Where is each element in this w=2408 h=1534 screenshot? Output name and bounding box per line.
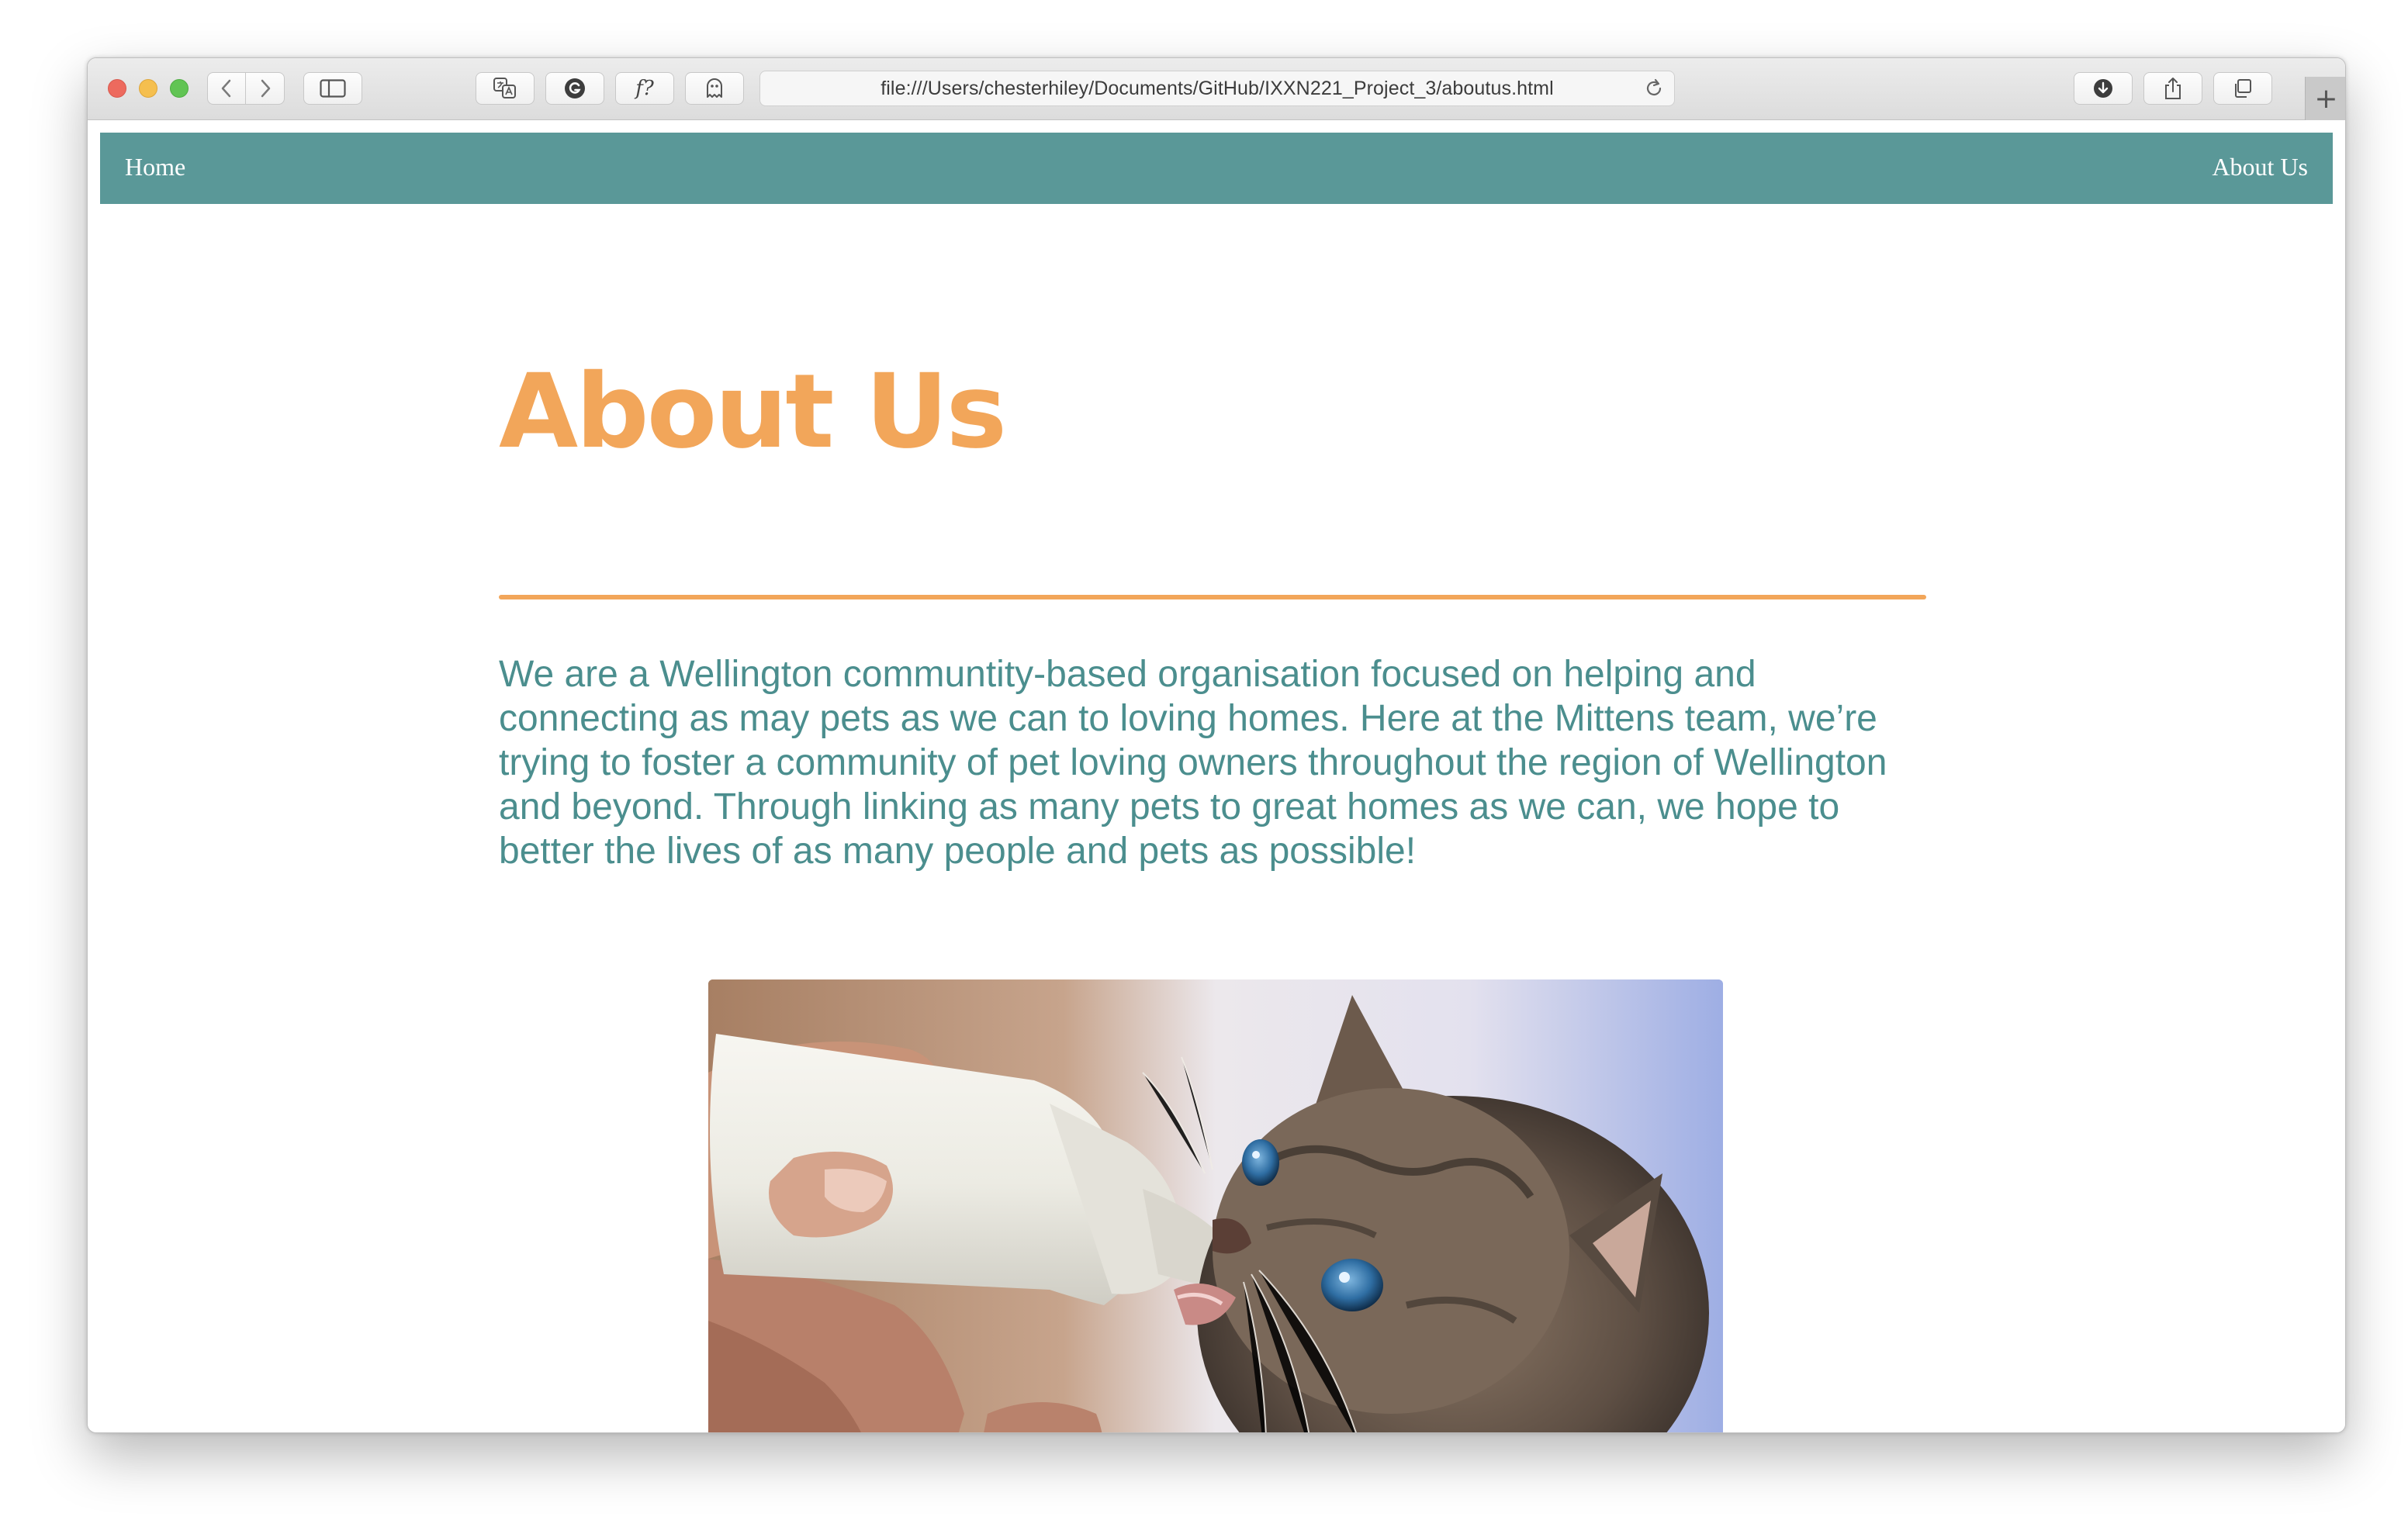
close-window-button[interactable] <box>108 79 126 98</box>
sidebar-icon <box>320 79 346 98</box>
nav-home-link[interactable]: Home <box>125 153 185 181</box>
url-text: file:///Users/chesterhiley/Documents/Git… <box>881 77 1554 99</box>
reload-icon[interactable] <box>1643 78 1665 99</box>
grammarly-icon <box>565 78 585 98</box>
tabs-overview-icon <box>2235 79 2251 98</box>
forward-button[interactable] <box>246 72 285 105</box>
share-icon <box>2165 78 2181 99</box>
browser-window: f? file:///Users/chesterhiley/Documents/… <box>87 57 2346 1433</box>
site-navbar: Home About Us <box>100 133 2333 204</box>
back-button[interactable] <box>207 72 246 105</box>
minimize-window-button[interactable] <box>139 79 157 98</box>
web-page: Home About Us About Us We are a Wellingt… <box>88 120 2345 1432</box>
kitten-photo <box>708 979 1723 1432</box>
new-tab-button[interactable]: + <box>2305 77 2345 120</box>
nav-about-link[interactable]: About Us <box>2212 153 2308 181</box>
translate-icon <box>493 78 516 98</box>
font-inspector-icon: f? <box>635 77 654 100</box>
extension-translate-button[interactable] <box>476 72 535 105</box>
show-tabs-button[interactable] <box>2213 72 2272 105</box>
download-icon <box>2094 79 2112 98</box>
zoom-window-button[interactable] <box>170 79 189 98</box>
chevron-right-icon <box>261 79 270 98</box>
extension-ghostery-button[interactable] <box>685 72 744 105</box>
intro-paragraph: We are a Wellington communtity-based org… <box>499 654 1887 872</box>
browser-toolbar: f? file:///Users/chesterhiley/Documents/… <box>88 58 2345 120</box>
share-button[interactable] <box>2143 72 2202 105</box>
sidebar-toggle-button[interactable] <box>303 72 362 105</box>
page-title: About Us <box>499 352 1007 472</box>
plus-icon: + <box>2314 82 2338 115</box>
chevron-left-icon <box>221 79 231 98</box>
extension-fonts-button[interactable]: f? <box>615 72 674 105</box>
address-bar[interactable]: file:///Users/chesterhiley/Documents/Git… <box>759 71 1675 106</box>
downloads-button[interactable] <box>2074 72 2133 105</box>
title-divider <box>499 595 1926 599</box>
ghost-icon <box>707 78 722 98</box>
extension-grammarly-button[interactable] <box>545 72 604 105</box>
